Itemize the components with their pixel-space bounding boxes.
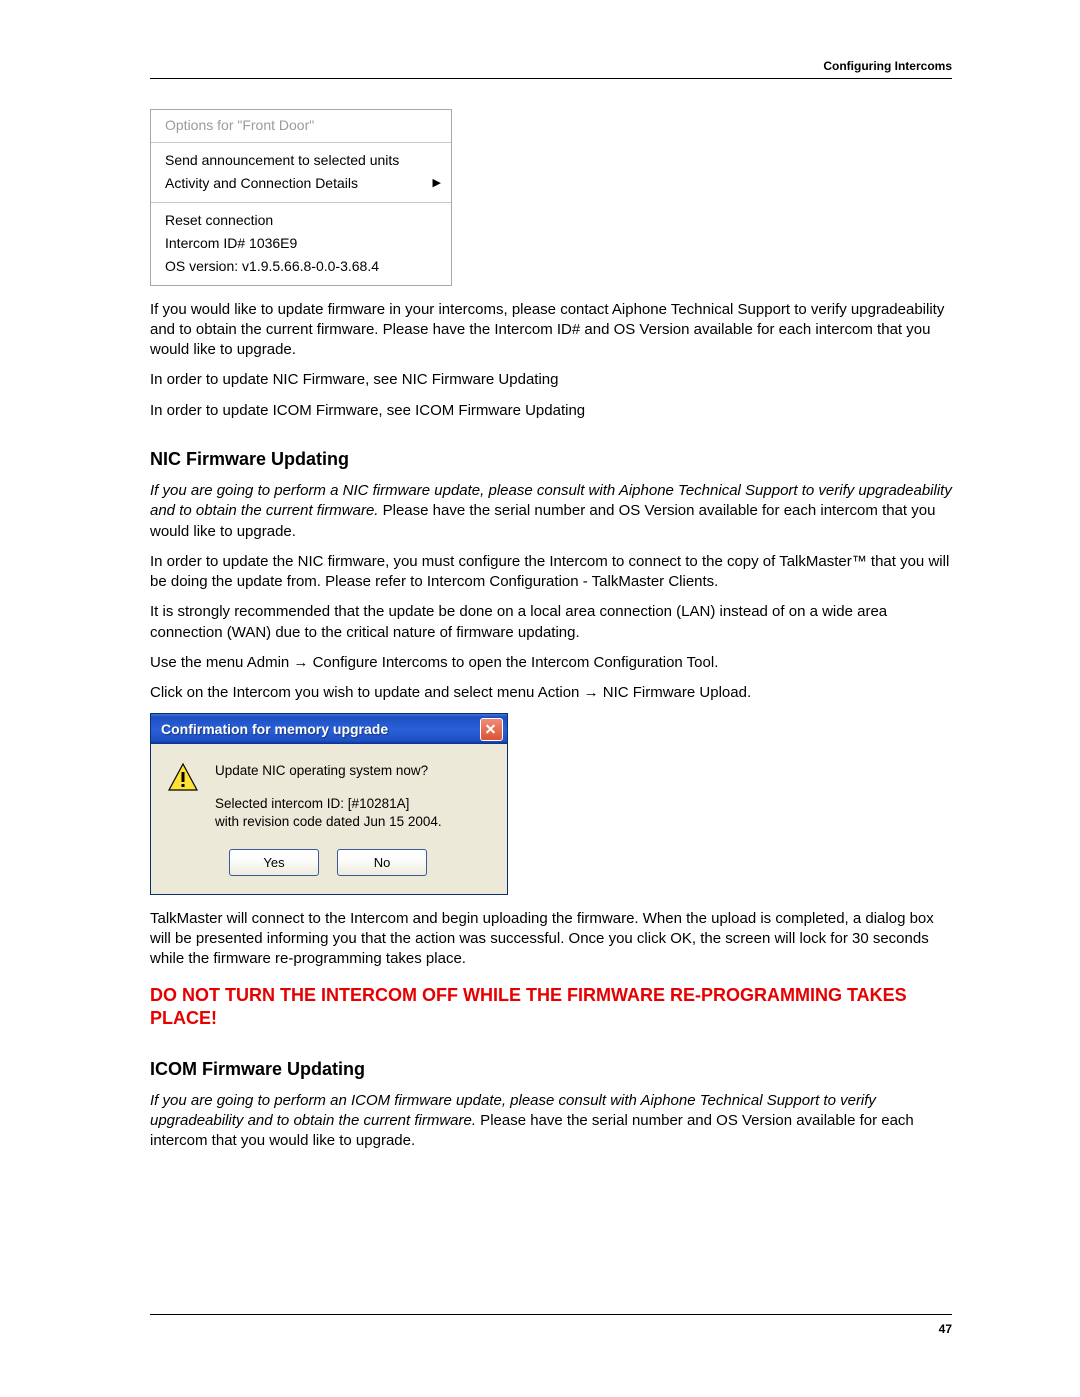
paragraph: Click on the Intercom you wish to update… [150, 683, 952, 703]
warning-text: DO NOT TURN THE INTERCOM OFF WHILE THE F… [150, 984, 952, 1031]
heading-nic: NIC Firmware Updating [150, 447, 952, 471]
menu-title: Options for "Front Door" [151, 110, 451, 143]
footer-rule [150, 1314, 952, 1315]
heading-icom: ICOM Firmware Updating [150, 1057, 952, 1081]
page-footer: 47 [150, 1314, 952, 1337]
chevron-right-icon: ▶ [433, 176, 441, 191]
dialog-message: Update NIC operating system now? Selecte… [215, 762, 442, 831]
menu-info-os: OS version: v1.9.5.66.8-0.0-3.68.4 [165, 255, 441, 278]
dialog-line: with revision code dated Jun 15 2004. [215, 813, 442, 831]
menu-item-label: Intercom ID# 1036E9 [165, 234, 297, 253]
page-number: 47 [150, 1321, 952, 1337]
confirmation-dialog: Confirmation for memory upgrade Update N… [150, 713, 508, 895]
dialog-titlebar: Confirmation for memory upgrade [151, 714, 507, 744]
paragraph: Use the menu Admin → Configure Intercoms… [150, 653, 952, 673]
dialog-question: Update NIC operating system now? [215, 762, 442, 780]
no-button[interactable]: No [337, 849, 427, 876]
dialog-line: Selected intercom ID: [#10281A] [215, 795, 442, 813]
menu-item-label: Send announcement to selected units [165, 151, 399, 170]
warning-icon [167, 762, 199, 794]
menu-item-label: OS version: v1.9.5.66.8-0.0-3.68.4 [165, 257, 379, 276]
menu-item-label: Activity and Connection Details [165, 174, 358, 193]
paragraph: It is strongly recommended that the upda… [150, 602, 952, 643]
paragraph: In order to update ICOM Firmware, see IC… [150, 401, 952, 421]
header-section: Configuring Intercoms [150, 58, 952, 74]
menu-item-reset[interactable]: Reset connection [165, 209, 441, 232]
dialog-title: Confirmation for memory upgrade [161, 720, 388, 739]
paragraph: TalkMaster will connect to the Intercom … [150, 909, 952, 970]
menu-item-send[interactable]: Send announcement to selected units [165, 149, 441, 172]
paragraph: In order to update NIC Firmware, see NIC… [150, 370, 952, 390]
options-menu: Options for "Front Door" Send announceme… [150, 109, 452, 285]
paragraph: If you would like to update firmware in … [150, 300, 952, 361]
menu-item-label: Reset connection [165, 211, 273, 230]
paragraph: If you are going to perform an ICOM firm… [150, 1091, 952, 1152]
header-rule [150, 78, 952, 79]
menu-item-activity[interactable]: Activity and Connection Details ▶ [165, 172, 441, 195]
close-icon[interactable] [480, 718, 503, 741]
paragraph: In order to update the NIC firmware, you… [150, 552, 952, 593]
yes-button[interactable]: Yes [229, 849, 319, 876]
menu-info-id: Intercom ID# 1036E9 [165, 232, 441, 255]
paragraph: If you are going to perform a NIC firmwa… [150, 481, 952, 542]
